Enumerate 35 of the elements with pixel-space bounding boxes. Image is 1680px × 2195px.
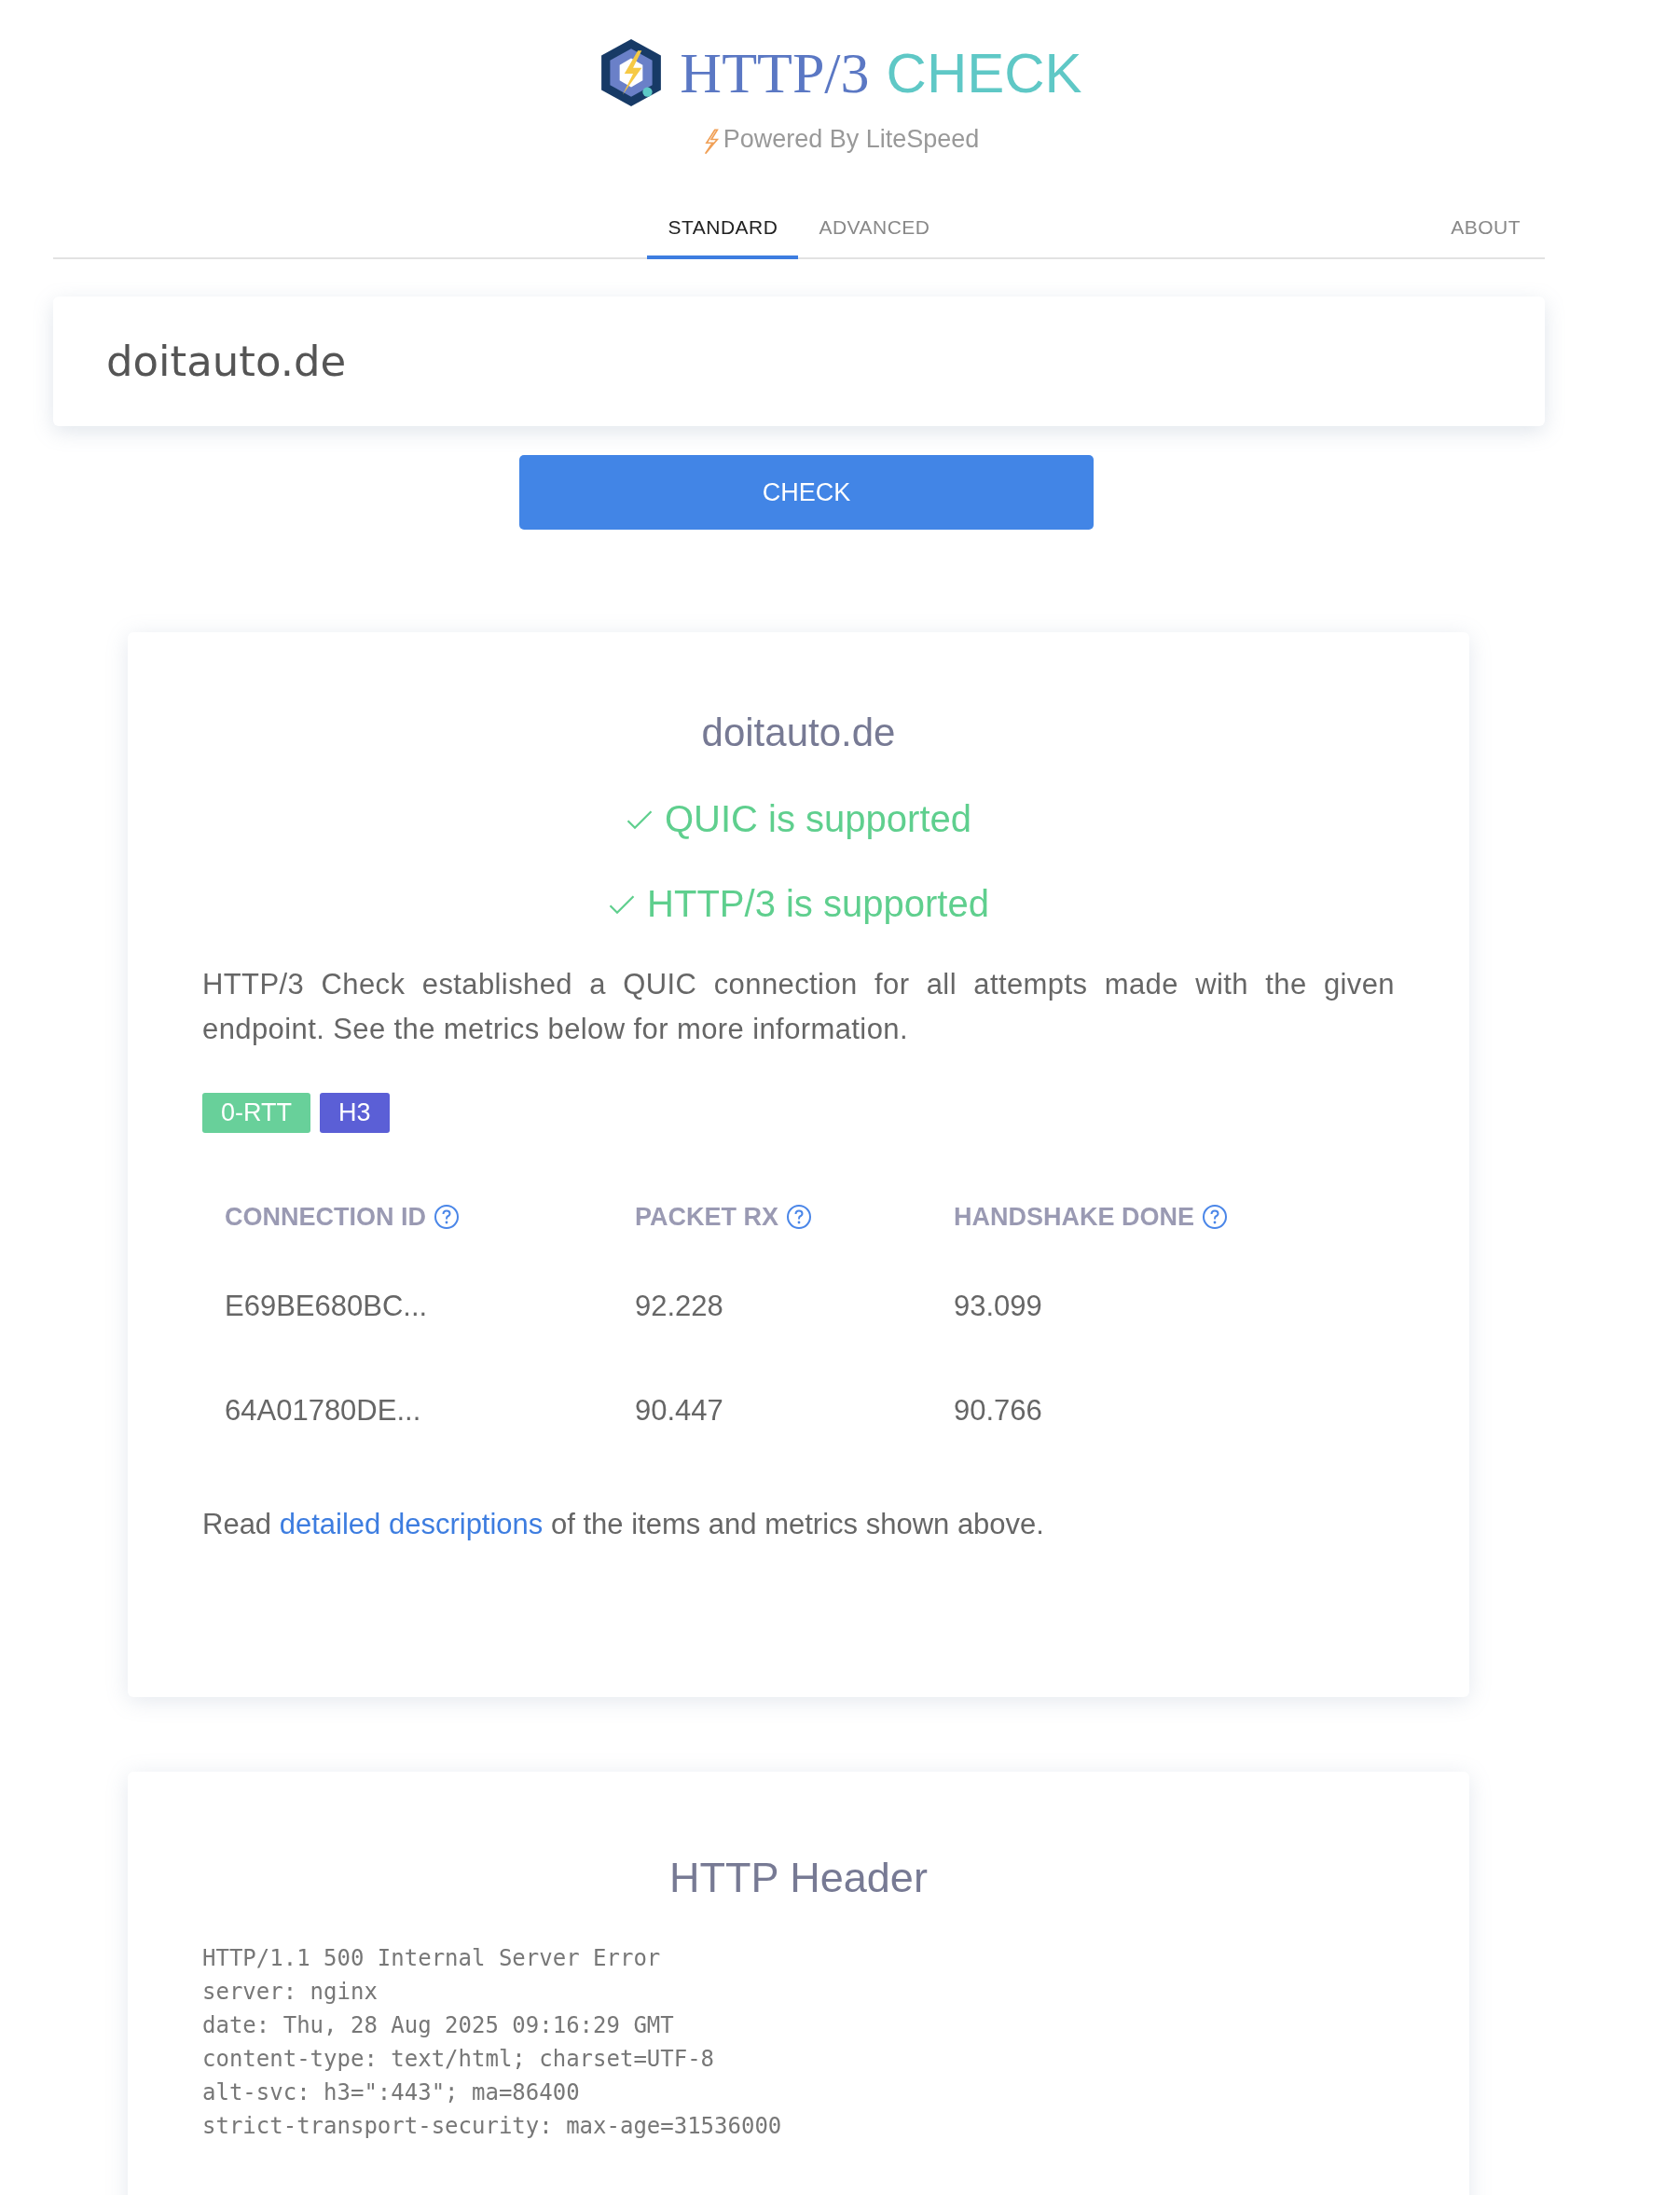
powered-by-text: Powered By LiteSpeed	[723, 124, 980, 154]
result-domain: doitauto.de	[700, 711, 897, 755]
header-line: HTTP/1.1 500 Internal Server Error	[202, 1944, 662, 1973]
table-cell: 92.228	[635, 1290, 723, 1323]
header-line: alt-svc: h3=":443"; ma=86400	[202, 2078, 581, 2107]
table-cell: 64A01780DE...	[225, 1394, 421, 1428]
header-title: HTTP Header	[668, 1854, 929, 1902]
badge: 0-RTT	[202, 1093, 310, 1133]
badge: H3	[320, 1093, 390, 1133]
descriptions-link[interactable]: detailed descriptions	[279, 1508, 544, 1540]
help-icon[interactable]	[786, 1204, 812, 1230]
header-line: strict-transport-security: max-age=31536000	[202, 2112, 783, 2141]
help-icon[interactable]	[1202, 1204, 1229, 1230]
logo-title: HTTP/3	[680, 39, 870, 106]
check-result-text: QUIC is supported	[665, 798, 971, 840]
help-icon[interactable]	[434, 1204, 460, 1230]
logo-subtitle: CHECK	[886, 40, 1082, 105]
header-line: server: nginx	[202, 1978, 379, 2007]
column-header: PACKET RX	[635, 1202, 778, 1232]
search-field[interactable]: doitauto.de	[104, 336, 1494, 387]
header-line: date: Thu, 28 Aug 2025 09:16:29 GMT	[202, 2011, 675, 2040]
table-cell: E69BE680BC...	[225, 1290, 428, 1323]
footnote-text: Read detailed descriptions of the items and metrics shown above.	[202, 1508, 1045, 1541]
table-cell: 90.766	[954, 1394, 1042, 1428]
check-button[interactable]: CHECK	[519, 455, 1094, 530]
header-line: content-type: text/html; charset=UTF-8	[202, 2045, 716, 2074]
table-cell: 90.447	[635, 1394, 723, 1428]
column-header: HANDSHAKE DONE	[954, 1202, 1195, 1232]
check-result-text: HTTP/3 is supported	[647, 883, 989, 925]
summary-text: HTTP/3 Check established a QUIC connection for all attempts made with the given endpoint. See the metrics below for more information.	[202, 967, 1395, 1047]
tab[interactable]: ABOUT	[1430, 207, 1545, 259]
tab[interactable]: STANDARD	[647, 207, 799, 259]
table-cell: 93.099	[954, 1290, 1042, 1323]
tab[interactable]: ADVANCED	[798, 207, 951, 259]
column-header: CONNECTION ID	[225, 1202, 426, 1232]
